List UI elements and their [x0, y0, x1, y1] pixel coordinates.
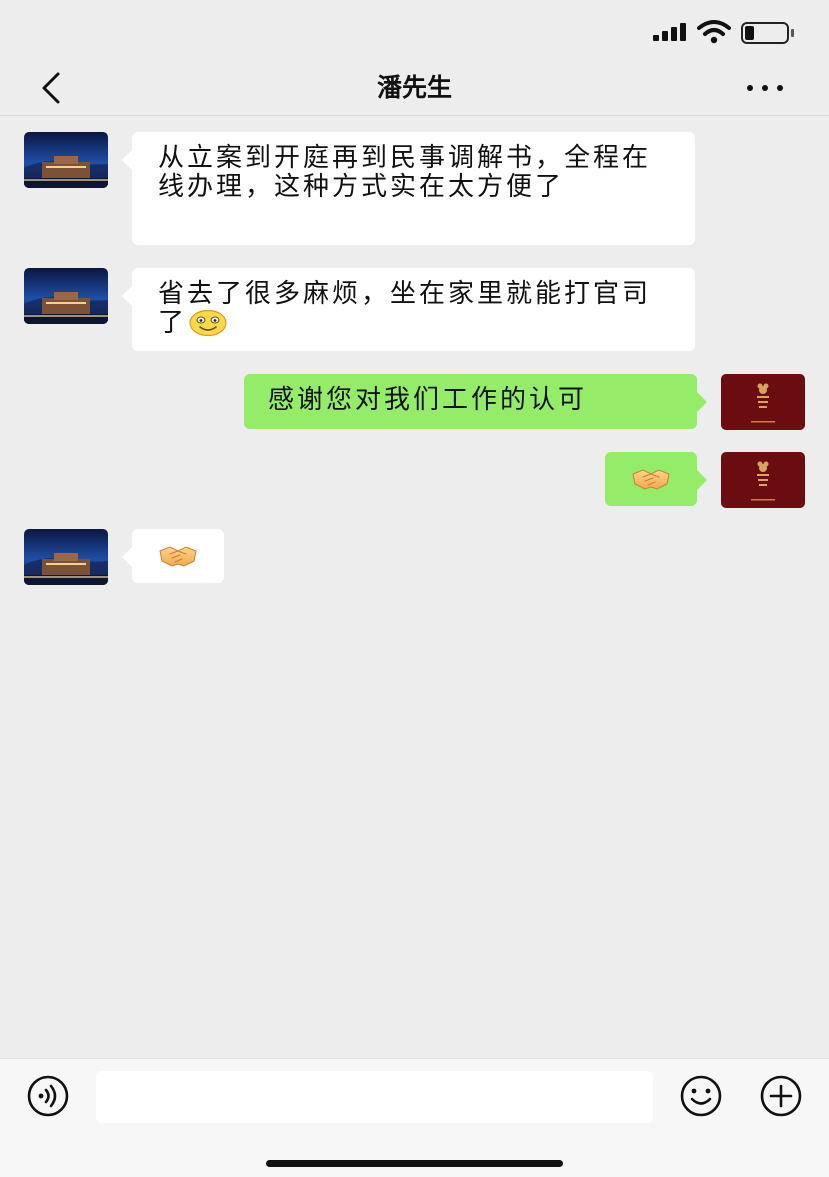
- handshake-emoji-icon: [159, 546, 197, 567]
- night-building-image: [24, 132, 108, 188]
- more-functions-button[interactable]: [753, 1075, 809, 1117]
- contact-avatar[interactable]: [24, 529, 108, 585]
- message-bubble-received[interactable]: [122, 529, 224, 583]
- message-bubble-sent[interactable]: 感谢您对我们工作的认可: [244, 374, 707, 429]
- more-options-button[interactable]: [740, 72, 790, 102]
- wifi-icon: [697, 20, 731, 44]
- chevron-left-icon: [42, 72, 60, 104]
- input-bar: [0, 1058, 829, 1177]
- emoji-face-icon: [680, 1075, 722, 1117]
- night-building-image: [24, 529, 108, 585]
- emoji-button[interactable]: [673, 1075, 729, 1117]
- self-avatar[interactable]: [721, 452, 805, 508]
- voice-button[interactable]: [20, 1075, 76, 1117]
- contact-avatar[interactable]: [24, 268, 108, 324]
- night-building-image: [24, 268, 108, 324]
- cellular-signal-icon: [653, 23, 689, 41]
- message-text: 从立案到开庭再到民事调解书，全程在线办理，这种方式实在太方便了: [158, 143, 652, 202]
- self-avatar[interactable]: [721, 374, 805, 430]
- maroon-badge-image: [721, 374, 805, 430]
- handshake-emoji-icon: [632, 469, 670, 490]
- message-input[interactable]: [96, 1071, 653, 1123]
- message-bubble-sent[interactable]: [605, 452, 707, 506]
- message-text: 感谢您对我们工作的认可: [268, 385, 588, 415]
- smile-emoji-icon: [189, 310, 227, 336]
- home-indicator: [266, 1160, 563, 1167]
- contact-avatar[interactable]: [24, 132, 108, 188]
- battery-icon: [741, 22, 795, 44]
- maroon-badge-image: [721, 452, 805, 508]
- message-bubble-received[interactable]: 从立案到开庭再到民事调解书，全程在线办理，这种方式实在太方便了: [122, 132, 695, 245]
- chat-title: 潘先生: [376, 73, 452, 102]
- plus-circle-icon: [760, 1075, 802, 1117]
- status-bar: [0, 0, 829, 62]
- voice-icon: [27, 1075, 69, 1117]
- message-text: 省去了很多麻烦，坐在家里就能打官司了: [158, 279, 652, 338]
- battery-level: [745, 26, 754, 40]
- nav-bar: 潘先生: [0, 62, 829, 116]
- message-bubble-received[interactable]: 省去了很多麻烦，坐在家里就能打官司了: [122, 268, 695, 351]
- back-button[interactable]: [32, 70, 72, 110]
